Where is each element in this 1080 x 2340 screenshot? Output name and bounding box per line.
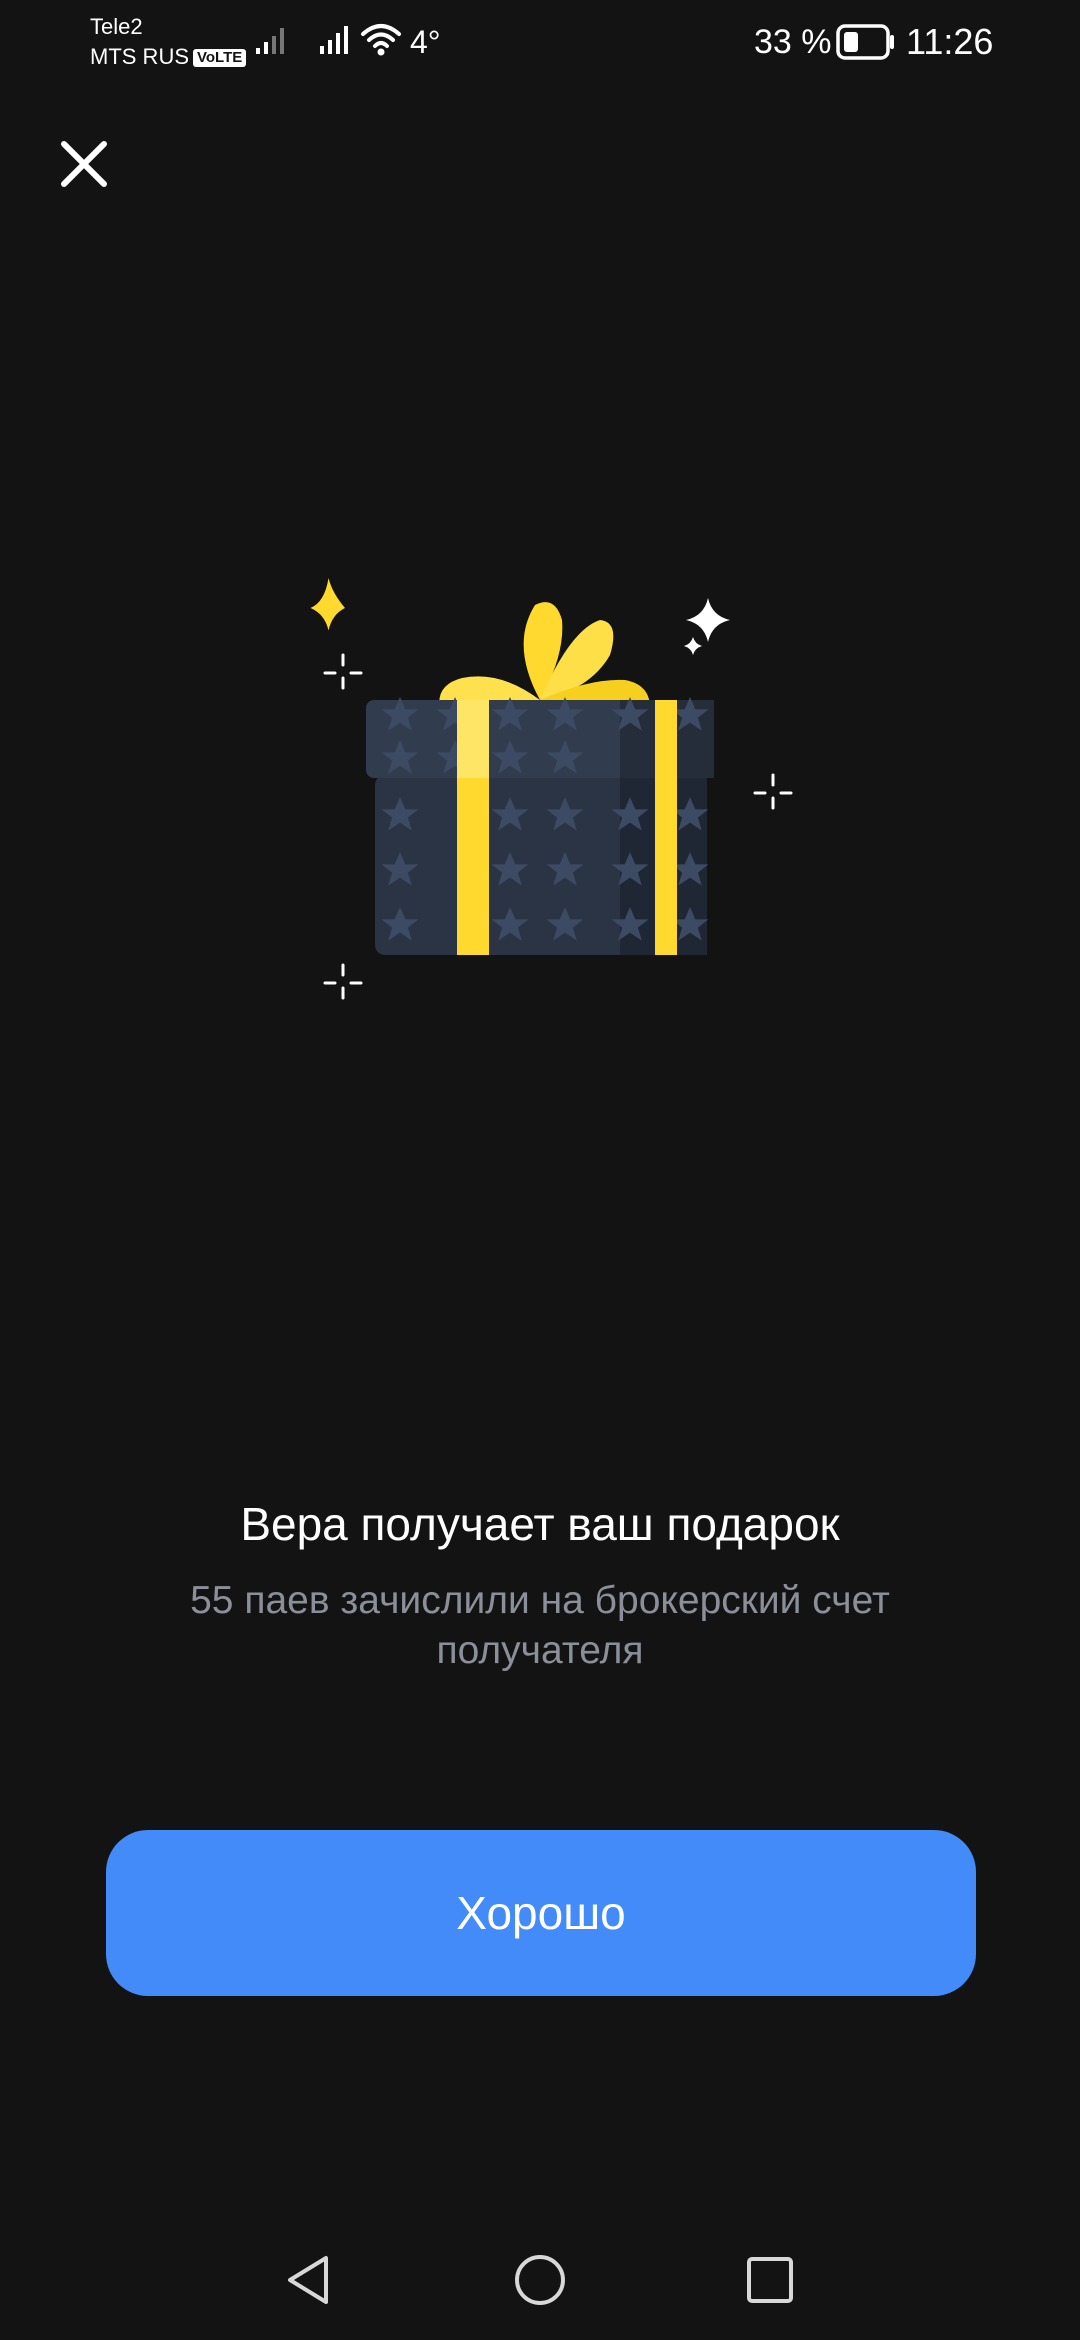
triangle-back-icon[interactable] <box>282 2252 338 2308</box>
carrier-2-line: MTS RUS VoLTE <box>90 42 247 72</box>
ok-button[interactable]: Хорошо <box>106 1830 976 1996</box>
message-subtitle: 55 паев зачислили на брокерский счет пол… <box>190 1579 890 1672</box>
clock: 11:26 <box>906 21 994 62</box>
square-recents-icon[interactable] <box>744 2254 796 2306</box>
twinkle-icon <box>323 963 363 1000</box>
wifi-icon <box>361 24 401 56</box>
twinkle-icon <box>753 773 793 810</box>
signal-strength-icon <box>320 26 348 54</box>
gift-illustration <box>310 578 793 1000</box>
signal-strength-icon <box>256 28 284 54</box>
close-button[interactable] <box>52 132 116 196</box>
battery-percent: 33 % <box>754 23 832 61</box>
status-bar: Tele2 MTS RUS VoLTE 4° 33 % 11:26 <box>0 0 1080 80</box>
volte-badge: VoLTE <box>193 49 247 67</box>
carrier-1: Tele2 <box>90 14 143 39</box>
gift-ribbon <box>655 700 677 955</box>
sparkle-icon <box>310 578 345 631</box>
carrier-info: Tele2 MTS RUS VoLTE <box>90 12 247 72</box>
twinkle-icon <box>323 653 363 690</box>
close-icon <box>61 141 107 187</box>
sparkle-icon <box>684 598 730 655</box>
message-title: Вера получает ваш подарок <box>240 1498 840 1550</box>
carrier-2: MTS RUS <box>90 44 189 69</box>
circle-home-icon[interactable] <box>512 2252 568 2308</box>
battery-icon <box>836 24 894 60</box>
temperature: 4° <box>410 24 441 60</box>
